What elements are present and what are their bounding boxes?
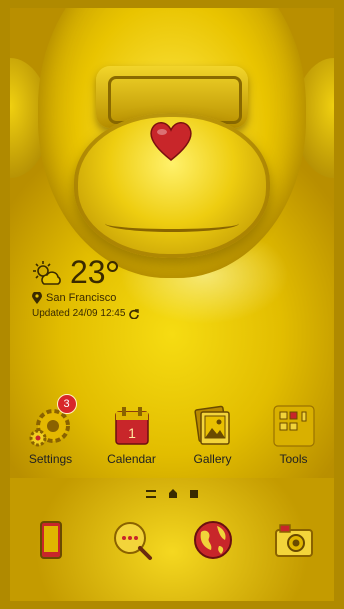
app-label: Tools bbox=[279, 452, 308, 466]
degree-symbol bbox=[106, 261, 118, 272]
dock-phone[interactable] bbox=[10, 518, 91, 562]
gallery-icon bbox=[193, 405, 230, 445]
page-dot-current[interactable] bbox=[190, 490, 198, 498]
weather-updated-time: Updated 24/09 12:45 bbox=[32, 308, 126, 319]
wallpaper-monkey-mouth bbox=[105, 215, 239, 232]
app-gallery[interactable]: Gallery bbox=[172, 404, 253, 466]
dock bbox=[10, 518, 334, 562]
browser-globe-icon bbox=[193, 521, 232, 559]
app-row: 3 Settings 1 Calendar Gallery Tools bbox=[10, 394, 334, 466]
app-label: Calendar bbox=[107, 452, 156, 466]
partly-sunny-icon bbox=[33, 261, 61, 285]
refresh-icon[interactable] bbox=[129, 308, 140, 319]
weather-city: San Francisco bbox=[46, 292, 117, 304]
app-settings[interactable]: 3 Settings bbox=[10, 394, 91, 466]
dock-messages[interactable] bbox=[91, 518, 172, 562]
page-dot-list-icon[interactable] bbox=[146, 490, 156, 498]
home-screen: 23 San Francisco Updated 24/09 12:45 3 S… bbox=[10, 8, 334, 601]
calendar-icon: 1 bbox=[114, 407, 149, 445]
app-label: Gallery bbox=[193, 452, 232, 466]
weather-widget[interactable]: 23 San Francisco Updated 24/09 12:45 bbox=[32, 254, 140, 319]
camera-icon bbox=[274, 524, 313, 557]
app-tools[interactable]: Tools bbox=[253, 404, 334, 466]
app-calendar[interactable]: 1 Calendar bbox=[91, 404, 172, 466]
heart-icon bbox=[150, 122, 192, 161]
tools-icon bbox=[272, 405, 315, 447]
temperature-value: 23 bbox=[70, 254, 106, 290]
dock-camera[interactable] bbox=[253, 518, 334, 562]
location-pin-icon bbox=[32, 292, 42, 304]
page-indicator[interactable] bbox=[10, 488, 334, 498]
messages-icon bbox=[113, 522, 152, 560]
page-dot-home-icon[interactable] bbox=[168, 488, 178, 498]
dock-browser[interactable] bbox=[172, 518, 253, 562]
calendar-day: 1 bbox=[128, 425, 136, 441]
app-label: Settings bbox=[28, 452, 73, 466]
phone-icon bbox=[39, 521, 62, 559]
notification-badge: 3 bbox=[56, 394, 77, 414]
